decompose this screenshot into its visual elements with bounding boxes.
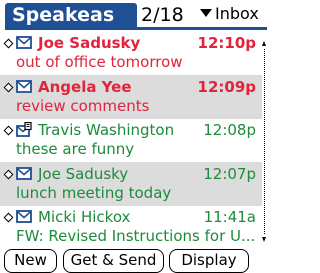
message-row[interactable]: Micki Hickox 11:41a FW: Revised Instruct… (0, 205, 262, 249)
message-sender: Micki Hickox (38, 208, 131, 226)
message-sender: Angela Yee (38, 77, 132, 96)
message-sender: Travis Washington (38, 121, 175, 139)
message-subject: out of office tomorrow (16, 53, 183, 71)
scrollbar[interactable] (262, 31, 267, 248)
message-time: 12:09p (197, 77, 256, 96)
envelope-attachment-icon (16, 122, 32, 137)
message-time: 12:08p (203, 121, 256, 139)
scroll-up-arrow-icon[interactable] (262, 41, 266, 46)
selection-bullet-icon[interactable] (3, 38, 14, 49)
message-time: 11:41a (203, 208, 256, 226)
message-time: 12:10p (197, 34, 256, 52)
scroll-track[interactable] (264, 49, 265, 234)
message-row[interactable]: Joe Sadusky 12:07p lunch meeting today (0, 161, 262, 206)
envelope-icon (16, 36, 32, 49)
message-list: Joe Sadusky 12:10p out of office tomorro… (0, 31, 262, 248)
selection-bullet-icon[interactable] (3, 82, 14, 92)
message-counter: 2/18 (141, 4, 184, 26)
title-bar: Speakeas 2/18 Inbox (0, 0, 267, 30)
message-subject: these are funny (16, 140, 135, 158)
folder-dropdown[interactable]: Inbox (200, 2, 280, 26)
message-sender: Joe Sadusky (38, 164, 129, 183)
folder-dropdown-label: Inbox (215, 4, 259, 23)
scroll-down-arrow-icon[interactable] (262, 237, 266, 242)
envelope-icon (16, 166, 32, 180)
message-sender: Joe Sadusky (38, 34, 141, 52)
get-and-send-button[interactable]: Get & Send (63, 249, 164, 273)
message-row[interactable]: Angela Yee 12:09p review comments (0, 74, 262, 119)
envelope-icon (16, 210, 32, 223)
message-subject: review comments (16, 96, 150, 115)
title-divider (5, 27, 267, 30)
display-button[interactable]: Display (169, 249, 249, 273)
message-time: 12:07p (203, 164, 256, 183)
message-row[interactable]: Travis Washington 12:08p these are funny (0, 118, 262, 162)
selection-bullet-icon[interactable] (3, 212, 14, 223)
selection-bullet-icon[interactable] (3, 169, 14, 179)
dropdown-triangle-icon (200, 9, 212, 17)
button-bar: New Get & Send Display (0, 249, 267, 273)
message-subject: FW: Revised Instructions for U... (16, 227, 256, 245)
envelope-icon (16, 79, 32, 93)
new-button[interactable]: New (4, 249, 57, 273)
message-row[interactable]: Joe Sadusky 12:10p out of office tomorro… (0, 31, 262, 75)
app-title[interactable]: Speakeas (5, 3, 137, 27)
message-subject: lunch meeting today (16, 183, 172, 202)
selection-bullet-icon[interactable] (3, 125, 14, 136)
